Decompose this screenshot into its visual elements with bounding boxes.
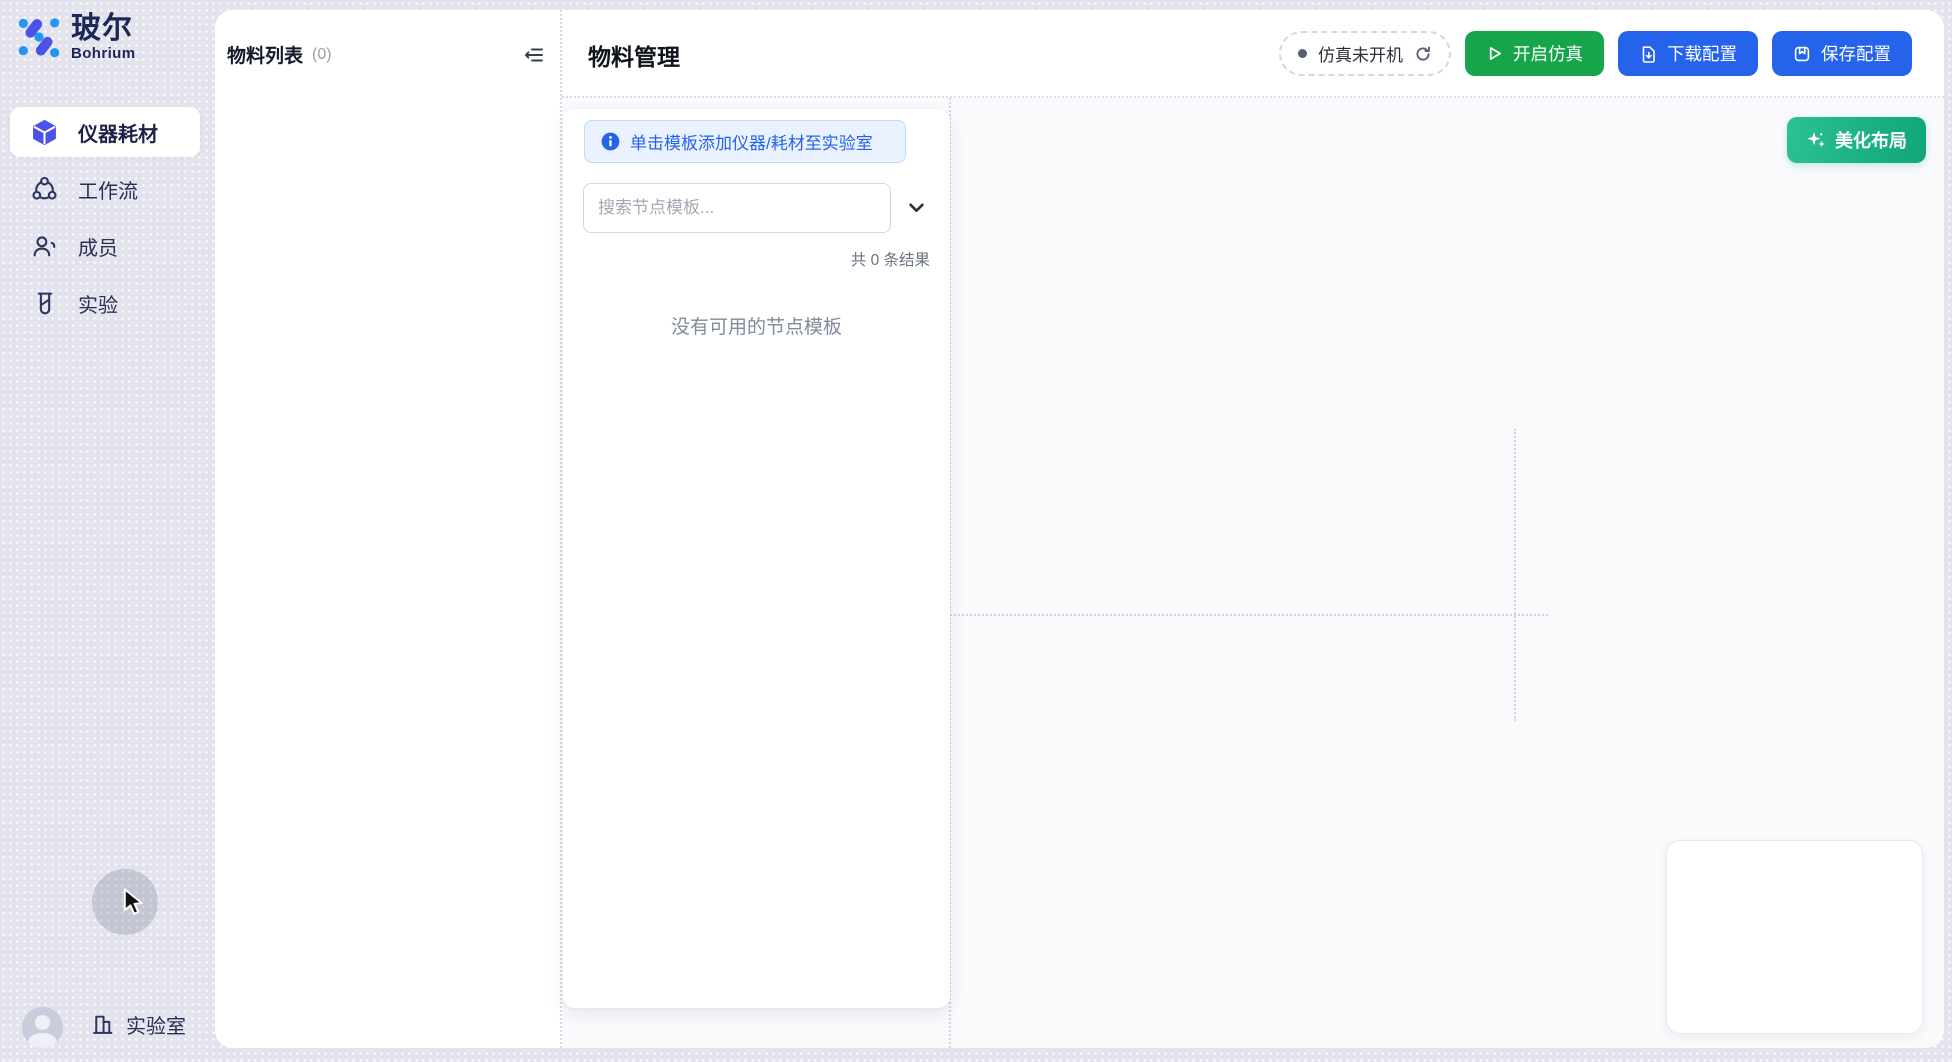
simulation-status-pill[interactable]: 仿真未开机 (1279, 31, 1451, 76)
results-count: 共 0 条结果 (851, 248, 930, 270)
sidebar-item-label: 成员 (78, 232, 118, 261)
node-template-panel: 单击模板添加仪器/耗材至实验室 共 0 条结果 没有可用的节点模板 (563, 109, 950, 1008)
sidebar-nav: 仪器耗材 工作流 成员 (10, 107, 200, 335)
beautify-layout-button[interactable]: 美化布局 (1787, 117, 1926, 163)
canvas-guide-horizontal (950, 614, 1548, 616)
test-tube-icon (31, 290, 58, 317)
sidebar-item-label: 仪器耗材 (78, 118, 158, 147)
flow-canvas[interactable]: 单击模板添加仪器/耗材至实验室 共 0 条结果 没有可用的节点模板 (562, 98, 1944, 1048)
avatar[interactable] (22, 1007, 63, 1048)
lab-link[interactable]: 实验室 (90, 1010, 186, 1039)
template-hint-banner: 单击模板添加仪器/耗材至实验室 (584, 120, 906, 163)
download-config-button[interactable]: 下载配置 (1618, 31, 1758, 76)
start-simulation-label: 开启仿真 (1513, 41, 1583, 66)
content-area: 物料管理 仿真未开机 开启仿真 (562, 10, 1944, 1048)
collapse-panel-button[interactable] (522, 43, 546, 67)
lab-label: 实验室 (126, 1010, 186, 1039)
brand-name-en: Bohrium (71, 45, 135, 62)
materials-list-panel: 物料列表 (0) (215, 10, 562, 1048)
save-config-button[interactable]: 保存配置 (1772, 31, 1912, 76)
brand-name-zh: 玻尔 (71, 13, 135, 45)
save-config-label: 保存配置 (1821, 41, 1891, 66)
status-label: 仿真未开机 (1318, 41, 1403, 66)
canvas-guide-vertical-2 (1514, 429, 1516, 721)
sidebar-item-label: 实验 (78, 289, 118, 318)
sidebar-footer: 实验室 (0, 992, 215, 1062)
play-icon (1486, 45, 1503, 62)
empty-state-text: 没有可用的节点模板 (563, 312, 950, 339)
page-title: 物料管理 (588, 38, 680, 72)
sidebar-item-instruments[interactable]: 仪器耗材 (10, 107, 200, 157)
minimap[interactable] (1666, 840, 1923, 1034)
mouse-cursor-icon (123, 888, 145, 917)
sparkles-icon (1806, 130, 1826, 150)
expand-filter-button[interactable] (903, 195, 929, 221)
building-icon (90, 1012, 115, 1037)
save-icon (1793, 45, 1811, 63)
collapse-panel-icon (523, 44, 545, 66)
main-panel: 物料列表 (0) 物料管理 仿真未开机 (215, 10, 1944, 1048)
search-node-template-input[interactable] (583, 183, 891, 233)
brand-logo: 玻尔 Bohrium (16, 13, 135, 62)
start-simulation-button[interactable]: 开启仿真 (1465, 31, 1604, 76)
topbar-actions: 仿真未开机 开启仿真 (1279, 31, 1912, 76)
brand-logo-icon (16, 14, 62, 60)
sidebar-item-experiments[interactable]: 实验 (10, 278, 200, 328)
refresh-icon[interactable] (1414, 45, 1432, 63)
app-root: 玻尔 Bohrium 仪器耗材 工作流 (0, 0, 1952, 1062)
status-dot (1298, 49, 1307, 58)
materials-list-header: 物料列表 (0) (227, 41, 546, 68)
workflow-icon (31, 176, 58, 203)
sidebar-item-label: 工作流 (78, 175, 138, 204)
members-icon (31, 233, 58, 260)
sidebar-item-members[interactable]: 成员 (10, 221, 200, 271)
template-hint-text: 单击模板添加仪器/耗材至实验室 (630, 129, 873, 154)
download-config-label: 下载配置 (1667, 41, 1737, 66)
info-icon (601, 132, 620, 151)
topbar: 物料管理 仿真未开机 开启仿真 (562, 10, 1944, 98)
materials-list-count: (0) (312, 46, 332, 64)
materials-list-title: 物料列表 (227, 41, 303, 68)
cube-icon (31, 119, 58, 146)
chevron-down-icon (909, 203, 924, 213)
sidebar-item-workflow[interactable]: 工作流 (10, 164, 200, 214)
beautify-layout-label: 美化布局 (1835, 127, 1907, 153)
file-download-icon (1639, 45, 1657, 63)
